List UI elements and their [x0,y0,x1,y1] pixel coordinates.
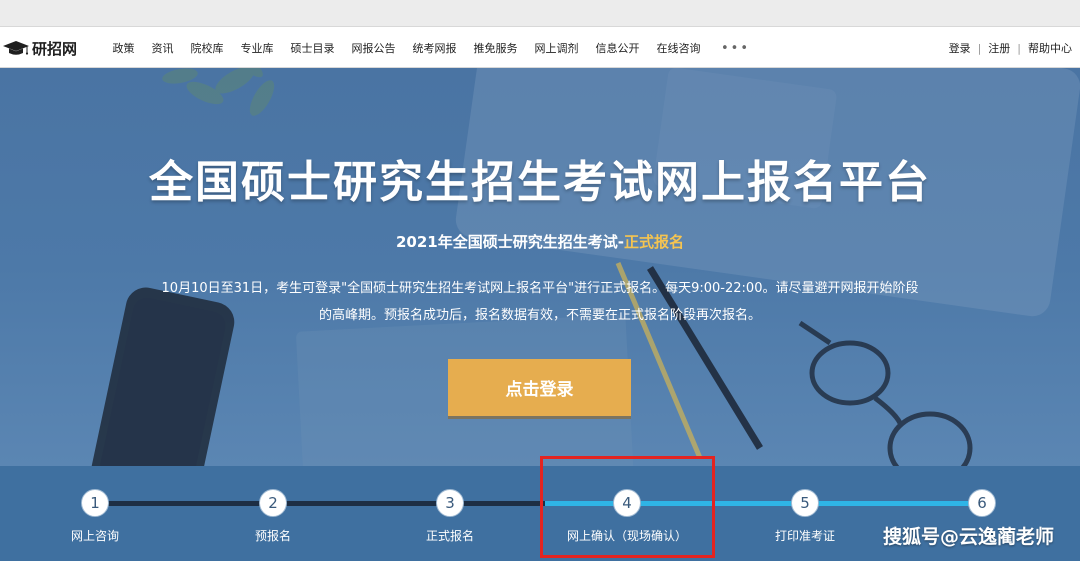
nav-item-recommendation[interactable]: 推免服务 [474,40,518,56]
step-2-circle[interactable]: 2 [259,489,287,517]
watermark: 搜狐号@云逸蔺老师 [882,526,1054,548]
top-strip [0,0,1080,26]
step-3-label[interactable]: 正式报名 [380,527,520,544]
description-line: 的高峰期。预报名成功后，报名数据有效，不需要在正式报名阶段再次报名。 [318,308,761,323]
subtitle-highlight: 正式报名 [623,233,684,251]
progress-track-pending [545,501,985,506]
step-5-label[interactable]: 打印准考证 [735,527,875,544]
hero-title: 全国硕士研究生招生考试网上报名平台 [149,157,931,208]
step-3-circle[interactable]: 3 [436,489,464,517]
hero-banner: 全国硕士研究生招生考试网上报名平台 2021年全国硕士研究生招生考试-正式报名 … [0,68,1080,466]
step-1-circle[interactable]: 1 [81,489,109,517]
progress-track-completed [95,501,545,506]
site-logo[interactable]: 研招网 [2,36,77,60]
subtitle-main: 2021年全国硕士研究生招生考试- [396,233,624,251]
hero-subtitle: 2021年全国硕士研究生招生考试-正式报名 [0,231,1080,252]
click-login-button[interactable]: 点击登录 [448,359,631,416]
nav-item-info-disclosure[interactable]: 信息公开 [596,40,640,56]
nav-item-online-consult[interactable]: 在线咨询 [657,40,701,56]
nav-item-news[interactable]: 资讯 [152,40,174,56]
help-center-link[interactable]: 帮助中心 [1028,40,1072,56]
nav-item-online-adjustment[interactable]: 网上调剂 [535,40,579,56]
hero-description: 10月10日至31日，考生可登录"全国硕士研究生招生考试网上报名平台"进行正式报… [100,275,980,329]
nav-separator: | [1017,41,1021,55]
description-line: 10月10日至31日，考生可登录"全国硕士研究生招生考试网上报名平台"进行正式报… [161,281,919,296]
nav-item-major-db[interactable]: 专业库 [241,40,274,56]
user-links: 登录 | 注册 | 帮助中心 [949,27,1072,69]
register-link[interactable]: 注册 [988,40,1010,56]
step-4-label[interactable]: 网上确认（现场确认） [557,527,697,544]
more-menu-icon[interactable]: ••• [721,41,750,56]
graduation-cap-icon [3,41,29,55]
logo-text: 研招网 [32,39,78,58]
login-link[interactable]: 登录 [949,40,971,56]
step-4-circle[interactable]: 4 [613,489,641,517]
nav-item-policy[interactable]: 政策 [113,40,135,56]
step-6-circle[interactable]: 6 [968,489,996,517]
nav-item-unified-registration[interactable]: 统考网报 [413,40,457,56]
step-2-label[interactable]: 预报名 [203,527,343,544]
top-navbar: 研招网 政策 资讯 院校库 专业库 硕士目录 网报公告 统考网报 推免服务 网上… [0,26,1080,68]
nav-separator: | [977,41,982,55]
nav-item-master-catalog[interactable]: 硕士目录 [291,40,335,56]
nav-item-school-db[interactable]: 院校库 [191,40,224,56]
main-nav: 政策 资讯 院校库 专业库 硕士目录 网报公告 统考网报 推免服务 网上调剂 信… [104,27,750,69]
step-5-circle[interactable]: 5 [791,489,819,517]
nav-item-registration-notice[interactable]: 网报公告 [352,40,396,56]
step-1-label[interactable]: 网上咨询 [25,527,165,544]
